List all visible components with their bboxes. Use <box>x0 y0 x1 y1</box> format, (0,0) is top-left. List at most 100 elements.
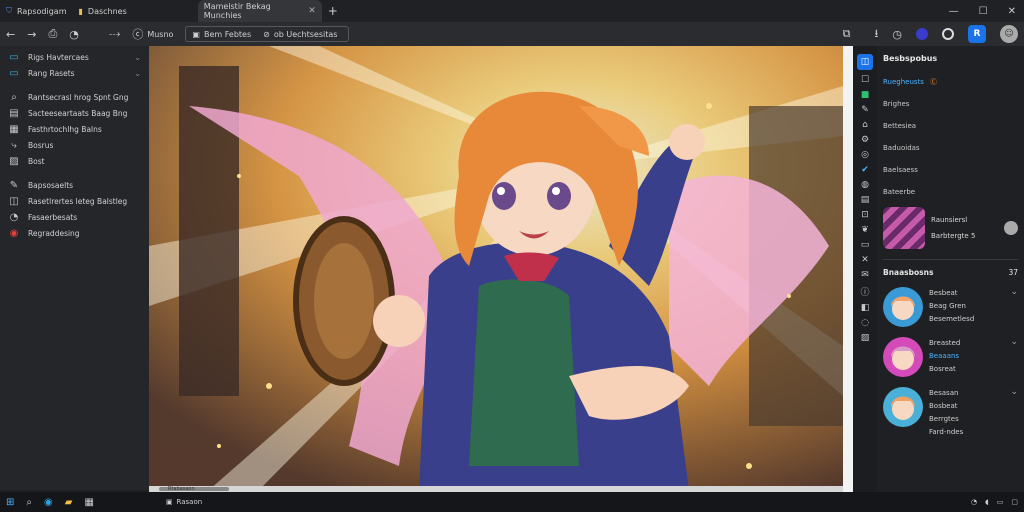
sidebar-item-label: Bapsosaelts <box>28 181 74 190</box>
anime-illustration <box>149 46 843 490</box>
profile-avatar-icon[interactable]: ☺ <box>1000 25 1018 43</box>
avatar-line: Besemetlesd <box>929 315 975 323</box>
cross-icon[interactable]: ✕ <box>861 255 869 265</box>
close-window-icon[interactable]: ✕ <box>1008 6 1016 17</box>
folder-icon[interactable]: ▰ <box>65 497 73 508</box>
chevron-down-icon[interactable]: ⌄ <box>134 69 141 79</box>
extension-circle-icon[interactable] <box>916 28 928 40</box>
sidebar-item-3[interactable]: ▤ Sacteeseartaats Baag Bng <box>0 106 149 122</box>
green-square-icon[interactable]: ■ <box>861 90 870 100</box>
check-icon[interactable]: ✔ <box>861 165 869 175</box>
avatar-row[interactable]: Besasan Bosbeat Berrgtes Fard-ndes ⌄ <box>883 387 1018 439</box>
mail-icon[interactable]: ✉ <box>861 270 869 280</box>
connect-icon[interactable]: ⤏ <box>109 27 120 41</box>
sidebar-item-9[interactable]: ◔ Fasaerbesats <box>0 210 149 226</box>
panel-item-4[interactable]: Baelsaess <box>883 159 1018 181</box>
window-icon[interactable]: ▭ <box>861 240 870 250</box>
panel-item-0[interactable]: Ruegheusts Ⓒ <box>883 71 1018 93</box>
camera-icon[interactable]: ⊡ <box>861 210 869 220</box>
document-icon: ▤ <box>9 108 19 119</box>
profile-button[interactable]: ⓒ Musno <box>132 26 173 42</box>
battery-icon[interactable]: ▭ <box>997 498 1004 506</box>
sidebar-item-6[interactable]: ▨ Bost <box>0 154 149 170</box>
sidebar-item-0[interactable]: ▭ Rigs Havtercaes ⌄ <box>0 50 149 66</box>
app-icon[interactable]: ◫ <box>857 54 873 70</box>
section-header: Bnaasbosns 37 <box>883 268 1018 277</box>
wifi-icon[interactable]: ◔ <box>971 498 977 506</box>
chevron-down-icon[interactable]: ⌄ <box>134 53 141 63</box>
card-settings-icon[interactable] <box>1004 221 1018 235</box>
back-icon[interactable]: ← <box>6 28 15 41</box>
panel-item-2[interactable]: Bettesiea <box>883 115 1018 137</box>
taskbar-app[interactable]: ▣ Rasaon <box>166 498 202 506</box>
image-icon[interactable]: ▨ <box>861 333 870 343</box>
chevron-down-icon[interactable]: ⌄ <box>1010 387 1018 397</box>
volume-icon[interactable]: ◖ <box>985 498 989 506</box>
minimize-icon[interactable]: — <box>949 6 959 17</box>
history-icon[interactable]: ◔ <box>69 28 79 41</box>
vertical-scrollbar[interactable] <box>843 46 853 492</box>
tab-1[interactable]: ⛉ Rapsodigam <box>0 0 73 22</box>
globe-icon[interactable]: ◍ <box>861 180 869 190</box>
settings-icon[interactable]: ⚙ <box>861 135 869 145</box>
featured-card[interactable]: Raunsiersl Barbtergte 5 <box>883 207 1018 249</box>
sidebar-item-10[interactable]: ◉ Regraddesing <box>0 226 149 242</box>
tab-3[interactable]: Mamelstir Bekag Munchies ✕ <box>197 0 322 22</box>
edge-icon[interactable]: ◉ <box>44 497 53 508</box>
save-icon[interactable]: ⎙ <box>48 27 57 41</box>
badge-icon: Ⓒ <box>929 78 937 86</box>
extensions-icon[interactable]: ⧉ <box>843 27 851 41</box>
sidebar-item-2[interactable]: ⌕ Rantsecrasl hrog Spnt Gng <box>0 90 149 106</box>
folder-icon: ▭ <box>9 68 19 79</box>
sidebar-item-5[interactable]: ⤷ Bosrus <box>0 138 149 154</box>
tab-2[interactable]: ▮ Daschnes <box>73 0 133 22</box>
panel-title: Besbspobus <box>883 54 938 63</box>
chat-icon[interactable]: ◌ <box>861 318 869 328</box>
box-icon[interactable]: ☐ <box>861 75 869 85</box>
chevron-down-icon[interactable]: ⌄ <box>1010 337 1018 347</box>
sidebar-item-1[interactable]: ▭ Rang Rasets ⌄ <box>0 66 149 82</box>
new-tab-button[interactable]: + <box>322 0 344 22</box>
close-tab-icon[interactable]: ✕ <box>308 6 316 16</box>
sidebar-item-label: Bost <box>28 157 45 166</box>
cube-icon[interactable]: ◧ <box>861 303 870 313</box>
timer-icon[interactable]: ◷ <box>892 28 902 41</box>
left-sidebar: ▭ Rigs Havtercaes ⌄ ▭ Rang Rasets ⌄ ⌕ Rantsecra… <box>0 46 149 490</box>
sidebar-item-7[interactable]: ✎ Bapsosaelts <box>0 178 149 194</box>
panel-item-1[interactable]: Brighes <box>883 93 1018 115</box>
avatar-row[interactable]: Besbeat Beag Gren Besemetlesd ⌄ <box>883 287 1018 327</box>
panel-icon[interactable]: ▤ <box>861 195 870 205</box>
leaf-icon[interactable]: ❦ <box>861 225 869 235</box>
sidebar-item-label: Rasetlrertes leteg Balstleg <box>28 197 128 206</box>
download-icon[interactable]: ⭳ <box>875 25 879 44</box>
avatar-line: Beaaans <box>929 352 960 360</box>
sidebar-item-4[interactable]: ▦ Fasthrtochlhg Balns <box>0 122 149 138</box>
store-icon[interactable]: ▦ <box>84 497 93 508</box>
windows-start-icon[interactable]: ⊞ <box>6 497 14 508</box>
shield-icon: ⛉ <box>6 6 12 15</box>
card-thumbnail <box>883 207 925 249</box>
account-avatar[interactable]: R <box>968 25 986 43</box>
avatar-line: Besasan <box>929 389 959 397</box>
avatar-row[interactable]: Breasted Beaaans Bosreat ⌄ <box>883 337 1018 377</box>
circle-icon[interactable]: ◎ <box>861 150 869 160</box>
sidebar-item-8[interactable]: ◫ Rasetlrertes leteg Balstleg <box>0 194 149 210</box>
right-panel: Besbspobus Ruegheusts Ⓒ Brighes Bettesie… <box>877 46 1024 492</box>
avatar-line: Breasted <box>929 339 961 347</box>
extension-ring-icon[interactable] <box>942 28 954 40</box>
address-bar[interactable]: ▣ Bem Febtes ⊘ ob Uechtsesitas <box>185 26 350 42</box>
panel-item-5[interactable]: Bateerbe <box>883 181 1018 203</box>
chevron-down-icon[interactable]: ⌄ <box>1010 287 1018 297</box>
edit-icon[interactable]: ✎ <box>861 105 869 115</box>
info-icon[interactable]: ⓘ <box>860 285 869 298</box>
bookmark-icon[interactable]: ⌂ <box>862 120 868 130</box>
main-image-canvas[interactable] <box>149 46 843 490</box>
maximize-icon[interactable]: ☐ <box>979 6 988 17</box>
avatar <box>883 337 923 377</box>
search-icon[interactable]: ⌕ <box>26 497 32 508</box>
sidebar-item-label: Rang Rasets <box>28 69 75 78</box>
avatar <box>883 287 923 327</box>
panel-item-3[interactable]: Baduoidas <box>883 137 1018 159</box>
forward-icon[interactable]: → <box>27 28 36 41</box>
notification-icon[interactable]: ▢ <box>1011 498 1018 506</box>
